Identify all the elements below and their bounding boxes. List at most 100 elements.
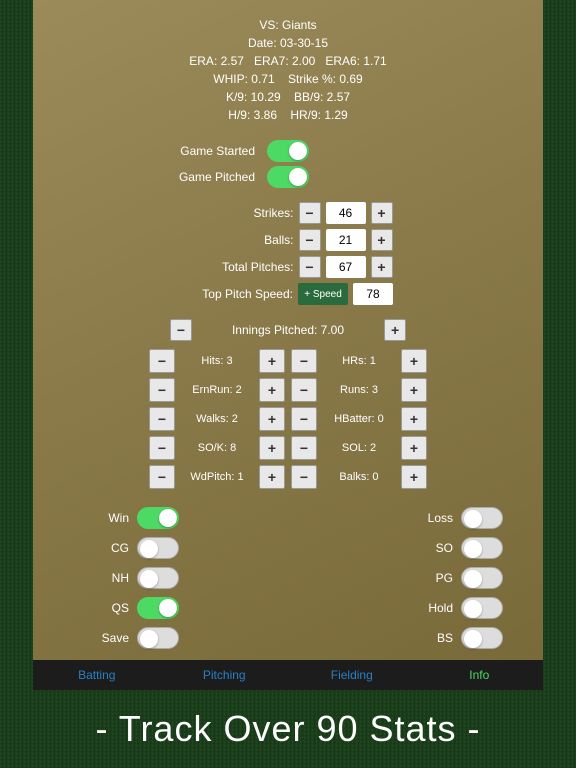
balls-label: Balls: [184,233,294,247]
result-right-4-toggle[interactable] [461,627,503,649]
result-right-3-label: Hold [397,601,453,615]
result-left-2-toggle[interactable] [137,567,179,589]
stat-left-4-minus[interactable]: − [149,465,175,489]
tab-batting[interactable]: Batting [33,660,161,690]
game-toggles: Game Started Game Pitched [33,140,543,188]
stat-left-1-plus[interactable]: + [259,378,285,402]
stat-right-4-plus[interactable]: + [401,465,427,489]
total-value: 67 [326,256,366,278]
vs-line: VS: Giants [33,16,543,34]
stat-right-2-label: HBatter: 0 [323,407,395,431]
balls-minus[interactable]: − [299,229,321,251]
result-left-4-label: Save [73,631,129,645]
stat-left-0-label: Hits: 3 [181,349,253,373]
tab-bar: Batting Pitching Fielding Info [33,660,543,690]
stat-left-2-label: Walks: 2 [181,407,253,431]
add-speed-button[interactable]: + Speed [298,283,348,305]
innings-label: Innings Pitched: 7.00 [232,323,344,337]
stat-left-0-plus[interactable]: + [259,349,285,373]
result-toggle-row: NH [73,567,179,589]
game-pitched-label: Game Pitched [101,170,261,184]
game-started-toggle[interactable] [267,140,309,162]
innings-row: − Innings Pitched: 7.00 + [33,319,543,341]
result-left-3-toggle[interactable] [137,597,179,619]
stat-right-2-plus[interactable]: + [401,407,427,431]
tab-pitching[interactable]: Pitching [161,660,289,690]
pitching-stats-panel: VS: Giants Date: 03-30-15 ERA: 2.57 ERA7… [33,0,543,690]
result-toggle-row: QS [73,597,179,619]
balls-value: 21 [326,229,366,251]
result-left-0-toggle[interactable] [137,507,179,529]
result-toggle-row: BS [397,627,503,649]
result-toggles: Win CG NH QS Save Loss SO PG Hold BS [33,507,543,649]
stat-right-4-minus[interactable]: − [291,465,317,489]
whip-line: WHIP: 0.71 Strike %: 0.69 [33,70,543,88]
game-pitched-toggle[interactable] [267,166,309,188]
result-right-2-label: PG [397,571,453,585]
header-stats: VS: Giants Date: 03-30-15 ERA: 2.57 ERA7… [33,16,543,124]
result-left-0-label: Win [73,511,129,525]
result-toggle-row: SO [397,537,503,559]
stat-right-3-minus[interactable]: − [291,436,317,460]
stat-right-0-plus[interactable]: + [401,349,427,373]
top-speed-label: Top Pitch Speed: [183,287,293,301]
innings-minus[interactable]: − [170,319,192,341]
top-speed-value: 78 [353,283,393,305]
result-left-3-label: QS [73,601,129,615]
result-right-1-toggle[interactable] [461,537,503,559]
stat-left-3-plus[interactable]: + [259,436,285,460]
result-left-1-toggle[interactable] [137,537,179,559]
tab-info[interactable]: Info [416,660,544,690]
result-right-3-toggle[interactable] [461,597,503,619]
stat-left-2-plus[interactable]: + [259,407,285,431]
stat-right-2-minus[interactable]: − [291,407,317,431]
stat-left-2-minus[interactable]: − [149,407,175,431]
result-left-1-label: CG [73,541,129,555]
promo-caption: - Track Over 90 Stats - [95,708,480,750]
result-toggle-row: Win [73,507,179,529]
pitch-counters: Strikes: − 46 + Balls: − 21 + Total Pitc… [33,202,543,305]
stat-left-1-label: ErnRun: 2 [181,378,253,402]
result-toggle-row: Hold [397,597,503,619]
stat-left-3-minus[interactable]: − [149,436,175,460]
result-right-2-toggle[interactable] [461,567,503,589]
result-right-1-label: SO [397,541,453,555]
result-right-0-toggle[interactable] [461,507,503,529]
result-left-2-label: NH [73,571,129,585]
stat-right-0-label: HRs: 1 [323,349,395,373]
total-plus[interactable]: + [371,256,393,278]
k9-line: K/9: 10.29 BB/9: 2.57 [33,88,543,106]
h9-line: H/9: 3.86 HR/9: 1.29 [33,106,543,124]
strikes-label: Strikes: [184,206,294,220]
stat-right-4-label: Balks: 0 [323,465,395,489]
strikes-plus[interactable]: + [371,202,393,224]
result-left-4-toggle[interactable] [137,627,179,649]
stat-right-1-plus[interactable]: + [401,378,427,402]
stat-left-4-label: WdPitch: 1 [181,465,253,489]
strikes-value: 46 [326,202,366,224]
stat-left-4-plus[interactable]: + [259,465,285,489]
total-minus[interactable]: − [299,256,321,278]
date-line: Date: 03-30-15 [33,34,543,52]
stat-right-3-plus[interactable]: + [401,436,427,460]
stat-right-3-label: SOL: 2 [323,436,395,460]
result-toggle-row: CG [73,537,179,559]
result-right-4-label: BS [397,631,453,645]
stat-right-0-minus[interactable]: − [291,349,317,373]
game-started-label: Game Started [101,144,261,158]
total-pitches-label: Total Pitches: [184,260,294,274]
stat-left-0-minus[interactable]: − [149,349,175,373]
result-right-0-label: Loss [397,511,453,525]
era-line: ERA: 2.57 ERA7: 2.00 ERA6: 1.71 [33,52,543,70]
balls-plus[interactable]: + [371,229,393,251]
stat-left-3-label: SO/K: 8 [181,436,253,460]
stat-right-1-label: Runs: 3 [323,378,395,402]
stat-right-1-minus[interactable]: − [291,378,317,402]
tab-fielding[interactable]: Fielding [288,660,416,690]
innings-plus[interactable]: + [384,319,406,341]
result-toggle-row: Loss [397,507,503,529]
stat-grid: − − − − − Hits: 3 ErnRun: 2 Walks: 2 SO/K: 8 WdP… [33,349,543,489]
stat-left-1-minus[interactable]: − [149,378,175,402]
result-toggle-row: Save [73,627,179,649]
strikes-minus[interactable]: − [299,202,321,224]
